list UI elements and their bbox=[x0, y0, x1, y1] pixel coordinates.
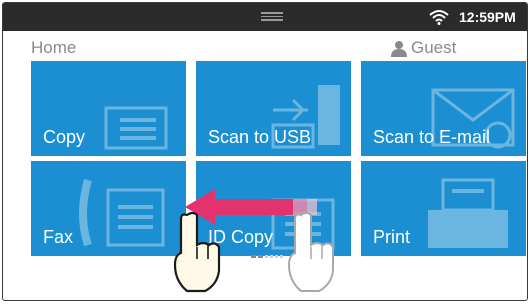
tile-label: Fax bbox=[43, 227, 74, 247]
copy-icon bbox=[104, 106, 168, 150]
print-icon bbox=[428, 178, 508, 248]
tile-label: Copy bbox=[43, 127, 86, 147]
page-title: Home bbox=[31, 38, 77, 57]
user-account[interactable]: Guest bbox=[391, 38, 456, 58]
user-label: Guest bbox=[411, 38, 457, 57]
tile-copy[interactable]: Copy bbox=[31, 61, 186, 156]
tile-fax[interactable]: Fax bbox=[31, 161, 186, 256]
pointing-hand-icon bbox=[173, 211, 221, 293]
tile-label: Print bbox=[373, 227, 411, 247]
wifi-icon bbox=[429, 10, 449, 25]
status-bar: 12:59PM bbox=[3, 3, 527, 31]
swipe-gesture-overlay bbox=[173, 189, 334, 293]
person-icon bbox=[391, 40, 407, 57]
tile-scan-to-usb[interactable]: Scan to USB bbox=[196, 61, 351, 156]
clock-time: 12:59PM bbox=[459, 9, 516, 25]
fax-icon bbox=[79, 178, 165, 247]
device-screen: 12:59PM Home Guest Copy Scan to USB Scan… bbox=[2, 2, 528, 301]
tile-print[interactable]: Print bbox=[361, 161, 526, 256]
tile-scan-to-email[interactable]: Scan to E-mail bbox=[361, 61, 526, 156]
drag-handle-icon[interactable] bbox=[261, 12, 283, 21]
tile-label: Scan to USB bbox=[208, 127, 312, 147]
tile-label: Scan to E-mail bbox=[373, 127, 491, 147]
pointing-hand-ghost-icon bbox=[287, 212, 334, 292]
